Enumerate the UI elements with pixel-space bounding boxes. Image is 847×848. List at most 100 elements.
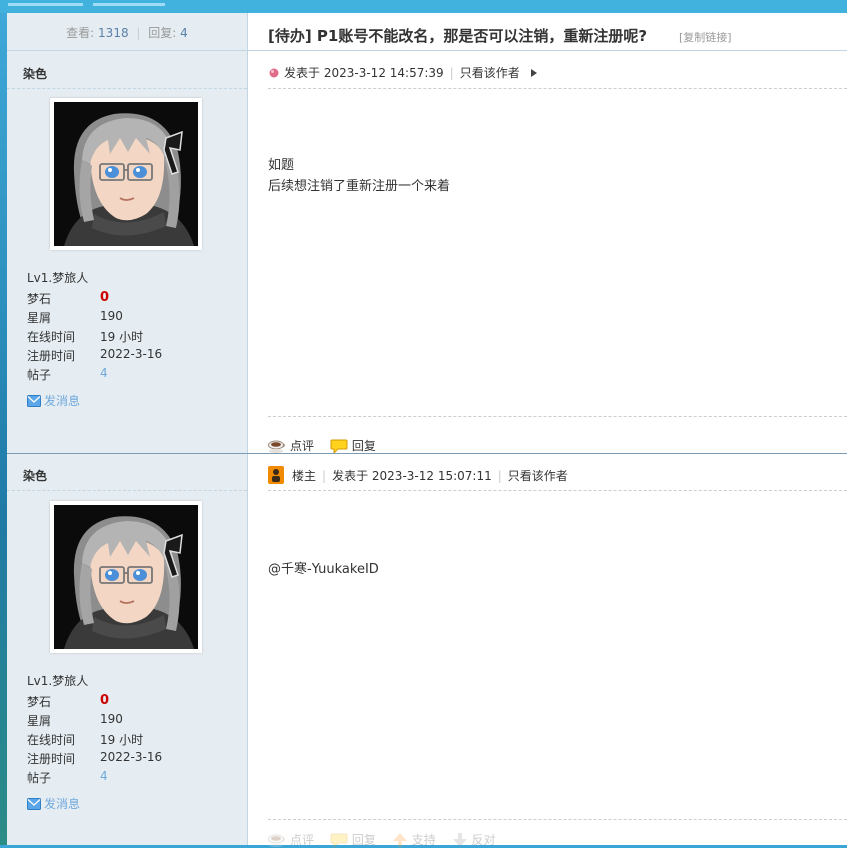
coffee-cup-icon: [268, 832, 286, 848]
stat-label: 在线时间: [27, 733, 76, 747]
stat-row: 在线时间 19 小时: [27, 328, 227, 347]
stat-value: 190: [100, 309, 123, 323]
thread-board: 查看: 1318 | 回复: 4 [待办] P1账号不能改名，那是否可以注销，重…: [7, 13, 847, 845]
stat-label: 梦石: [27, 292, 52, 306]
send-message-label: 发消息: [44, 797, 81, 811]
speech-bubble-icon: [330, 438, 348, 454]
thread-title-bar: [待办] P1账号不能改名，那是否可以注销，重新注册呢? [复制链接]: [248, 13, 847, 51]
nav-tab-indicator[interactable]: [8, 3, 83, 6]
post-1: 染色 Lv1.梦旅人 梦石 0 星屑 190 在线时间 19 小时 注册时间 2…: [7, 51, 847, 453]
post-content: 如题 后续想注销了重新注册一个来着: [268, 155, 450, 197]
stat-row: 帖子 4: [27, 366, 227, 385]
stat-row: 梦石 0: [27, 693, 227, 712]
coffee-cup-icon: [268, 438, 286, 454]
post-timestamp: 2023-3-12 15:07:11: [371, 469, 492, 483]
post-meta: 发表于 2023-3-12 14:57:39 | 只看该作者: [268, 64, 538, 81]
views-label: 查看:: [66, 26, 95, 40]
only-author-link[interactable]: 只看该作者: [460, 66, 520, 80]
stat-label: 星屑: [27, 714, 52, 728]
nav-tab-indicator[interactable]: [93, 3, 165, 6]
stat-row: 注册时间 2022-3-16: [27, 347, 227, 366]
mail-icon: [27, 395, 41, 407]
owner-badge: 楼主: [292, 469, 317, 483]
avatar-image: [54, 505, 198, 649]
stat-label: 帖子: [27, 771, 52, 785]
views-count: 1318: [98, 26, 129, 40]
actions-divider-line: [268, 819, 847, 820]
replies-count: 4: [180, 26, 188, 40]
post-2: 染色 Lv1.梦旅人 梦石 0 星屑 190 在线时间 19 小时 注册时间 2…: [7, 454, 847, 845]
avatar[interactable]: [50, 98, 202, 250]
stat-row: 在线时间 19 小时: [27, 731, 227, 750]
avatar-image: [54, 102, 198, 246]
oppose-button[interactable]: 反对: [452, 831, 496, 848]
post-content: @千寒-YuukakeID: [268, 559, 379, 580]
replies-label: 回复:: [148, 26, 177, 40]
stat-label: 注册时间: [27, 752, 76, 766]
thread-owner-icon: [268, 466, 284, 484]
stat-value: 2022-3-16: [100, 347, 163, 361]
reply-button[interactable]: 回复: [330, 437, 376, 454]
stat-label: 星屑: [27, 311, 52, 325]
reply-button[interactable]: 回复: [330, 831, 376, 848]
author-divider: [7, 490, 247, 491]
user-level[interactable]: Lv1.梦旅人: [27, 672, 88, 689]
avatar[interactable]: [50, 501, 202, 653]
stat-value: 2022-3-16: [100, 750, 163, 764]
support-button[interactable]: 支持: [392, 831, 436, 848]
comment-label: 点评: [290, 439, 315, 453]
posted-label: 发表于: [284, 66, 321, 80]
comment-button[interactable]: 点评: [268, 831, 314, 848]
stat-label: 梦石: [27, 695, 52, 709]
meta-divider: |: [449, 66, 454, 80]
stat-value: 0: [100, 290, 110, 305]
posted-label: 发表于: [332, 469, 369, 483]
author-name[interactable]: 染色: [23, 467, 47, 484]
meta-divider-line: [268, 490, 847, 491]
stat-value: 19 小时: [100, 330, 144, 344]
play-triangle-icon[interactable]: [530, 68, 538, 78]
post-actions: 点评 回复 支持 反对: [268, 831, 508, 848]
send-message-link[interactable]: 发消息: [27, 795, 80, 812]
stat-row: 帖子 4: [27, 769, 227, 788]
stat-row: 梦石 0: [27, 290, 227, 309]
stat-value: 19 小时: [100, 733, 144, 747]
meta-divider-line: [268, 88, 847, 89]
copy-link-button[interactable]: [复制链接]: [679, 29, 732, 45]
content-line: @千寒-YuukakeID: [268, 562, 379, 577]
only-author-link[interactable]: 只看该作者: [508, 469, 568, 483]
meta-divider: |: [322, 469, 327, 483]
page-background-edge: [0, 13, 7, 845]
content-line: 后续想注销了重新注册一个来着: [268, 179, 451, 194]
stat-label: 在线时间: [27, 330, 76, 344]
stat-row: 注册时间 2022-3-16: [27, 750, 227, 769]
reply-label: 回复: [351, 439, 376, 453]
stat-row: 星屑 190: [27, 309, 227, 328]
meta-divider: |: [497, 469, 502, 483]
stat-value: 190: [100, 712, 123, 726]
post-timestamp: 2023-3-12 14:57:39: [323, 66, 444, 80]
author-name[interactable]: 染色: [23, 65, 47, 82]
thumbs-down-arrow-icon: [452, 832, 468, 848]
thread-stats: 查看: 1318 | 回复: 4: [7, 13, 247, 51]
post-count-link[interactable]: 4: [100, 366, 108, 380]
post-count-link[interactable]: 4: [100, 769, 108, 783]
speech-bubble-icon: [330, 832, 348, 848]
mail-icon: [27, 798, 41, 810]
author-divider: [7, 88, 247, 89]
online-status-icon: [269, 68, 279, 78]
send-message-link[interactable]: 发消息: [27, 392, 80, 409]
thread-title: [待办] P1账号不能改名，那是否可以注销，重新注册呢?: [268, 27, 648, 45]
send-message-label: 发消息: [44, 394, 81, 408]
comment-button[interactable]: 点评: [268, 437, 314, 454]
stat-row: 星屑 190: [27, 712, 227, 731]
stat-label: 注册时间: [27, 349, 76, 363]
stats-divider: |: [136, 26, 141, 40]
content-line: 如题: [268, 158, 295, 173]
thumbs-up-arrow-icon: [392, 832, 408, 848]
stat-value: 0: [100, 693, 110, 708]
top-navigation-bar: [0, 0, 847, 13]
user-level[interactable]: Lv1.梦旅人: [27, 269, 88, 286]
post-actions: 点评 回复: [268, 437, 388, 454]
actions-divider-line: [268, 416, 847, 417]
